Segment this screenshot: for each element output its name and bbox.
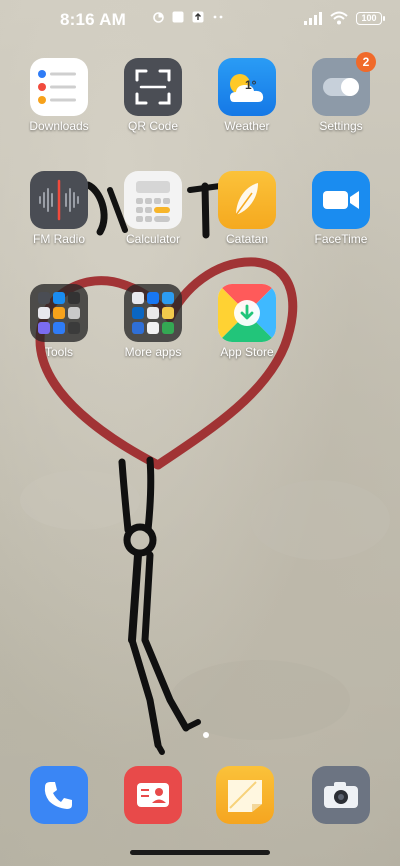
notes-icon xyxy=(216,766,274,824)
wifi-icon xyxy=(330,11,348,25)
battery-level: 100 xyxy=(361,13,377,23)
app-label: FM Radio xyxy=(32,232,85,246)
app-catatan[interactable]: Catatan xyxy=(204,171,290,246)
dock-phone[interactable] xyxy=(30,766,88,824)
home-indicator[interactable] xyxy=(130,850,270,855)
qr-scan-icon xyxy=(124,58,182,116)
dock-contacts[interactable] xyxy=(124,766,182,824)
app-calculator[interactable]: Calculator xyxy=(110,171,196,246)
app-label: QR Code xyxy=(127,119,179,133)
weather-icon: 1° xyxy=(218,58,276,116)
app-label: More apps xyxy=(124,345,182,359)
page-indicator xyxy=(203,732,209,738)
app-qr-code[interactable]: QR Code xyxy=(110,58,196,133)
calculator-icon xyxy=(124,171,182,229)
app-label: Catatan xyxy=(225,232,269,246)
app-label: FaceTime xyxy=(314,232,368,246)
signal-icon xyxy=(304,11,322,25)
app-label: Calculator xyxy=(125,232,181,246)
notification-badge: 2 xyxy=(356,52,376,72)
app-store-icon xyxy=(218,284,276,342)
app-label: Tools xyxy=(44,345,73,359)
radio-waveform-icon xyxy=(30,171,88,229)
app-weather[interactable]: 1° Weather xyxy=(204,58,290,133)
folder-tools[interactable]: Tools xyxy=(16,284,102,359)
upload-icon xyxy=(192,11,204,23)
notification-icons xyxy=(153,11,224,23)
reminders-list-icon xyxy=(30,58,88,116)
app-facetime[interactable]: FaceTime xyxy=(298,171,384,246)
settings-toggle-icon: 2 xyxy=(312,52,376,116)
status-bar: 8:16 AM 100 xyxy=(0,0,400,40)
app-label: App Store xyxy=(220,345,274,359)
dock-camera[interactable] xyxy=(312,766,370,824)
battery-icon: 100 xyxy=(356,11,385,25)
notification-square-icon xyxy=(172,11,184,23)
folder-icon xyxy=(30,284,88,342)
contacts-icon xyxy=(124,766,182,824)
app-app-store[interactable]: App Store xyxy=(204,284,290,359)
clock: 8:16 AM xyxy=(60,10,126,29)
weather-temperature: 1° xyxy=(245,78,257,92)
app-label: Settings xyxy=(319,119,363,133)
app-downloads[interactable]: Downloads xyxy=(16,58,102,133)
data-saver-icon xyxy=(153,11,164,23)
video-camera-icon xyxy=(312,171,370,229)
phone-icon xyxy=(30,766,88,824)
more-notifications-icon xyxy=(213,15,223,19)
folder-more-apps[interactable]: More apps xyxy=(110,284,196,359)
app-settings[interactable]: 2 Settings xyxy=(298,52,384,133)
camera-icon xyxy=(312,766,370,824)
app-fm-radio[interactable]: FM Radio xyxy=(16,171,102,246)
app-label: Downloads xyxy=(29,119,89,133)
app-label: Weather xyxy=(224,119,270,133)
dock-notes[interactable] xyxy=(216,766,274,824)
feather-icon xyxy=(218,171,276,229)
folder-icon xyxy=(124,284,182,342)
